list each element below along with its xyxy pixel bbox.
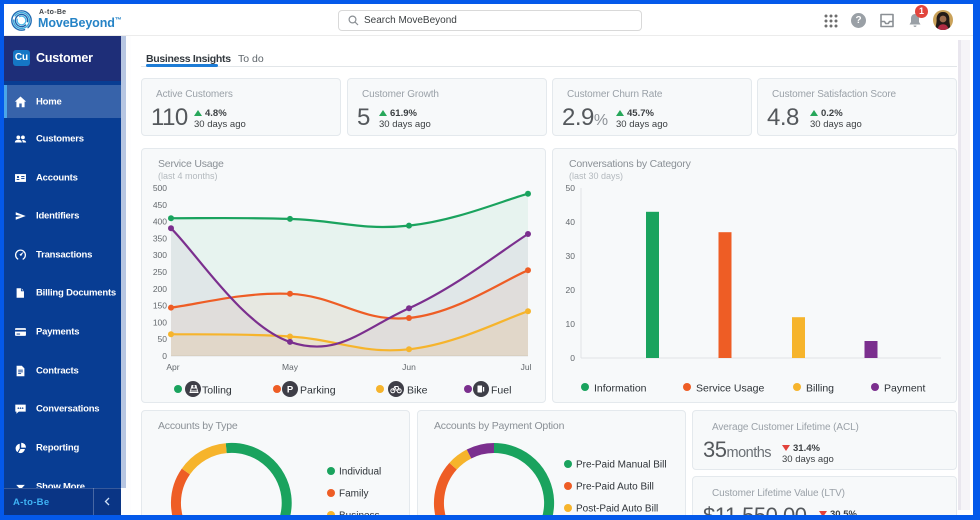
svg-text:Billing: Billing [806,383,834,395]
svg-text:150: 150 [153,301,167,311]
svg-text:350: 350 [153,233,167,243]
svg-text:Jun: Jun [402,362,416,372]
svg-text:May: May [282,362,299,372]
svg-text:0: 0 [570,353,575,363]
svg-text:100: 100 [153,317,167,327]
svg-text:40: 40 [566,217,576,227]
svg-text:10: 10 [566,319,576,329]
svg-text:Family: Family [339,489,368,500]
svg-text:50: 50 [566,183,576,193]
svg-text:Apr: Apr [166,362,179,372]
svg-text:Pre-Paid Manual Bill: Pre-Paid Manual Bill [576,460,667,471]
svg-text:Service Usage: Service Usage [696,383,764,395]
svg-text:Information: Information [594,383,647,395]
svg-text:Payment: Payment [884,383,926,395]
svg-text:Jul: Jul [521,362,532,372]
svg-text:400: 400 [153,217,167,227]
svg-text:Parking: Parking [300,385,336,397]
svg-text:50: 50 [158,334,168,344]
svg-text:300: 300 [153,250,167,260]
svg-text:20: 20 [566,285,576,295]
svg-text:Individual: Individual [339,467,381,478]
svg-text:500: 500 [153,183,167,193]
svg-text:Fuel: Fuel [491,385,511,397]
svg-text:Bike: Bike [407,385,428,397]
svg-text:Post-Paid Auto Bill: Post-Paid Auto Bill [576,504,658,515]
svg-text:200: 200 [153,284,167,294]
svg-text:P: P [287,385,294,396]
svg-text:Tolling: Tolling [202,385,232,397]
svg-text:0: 0 [162,351,167,361]
svg-text:30: 30 [566,251,576,261]
svg-text:Pre-Paid Auto Bill: Pre-Paid Auto Bill [576,482,654,493]
svg-text:250: 250 [153,267,167,277]
svg-text:450: 450 [153,200,167,210]
